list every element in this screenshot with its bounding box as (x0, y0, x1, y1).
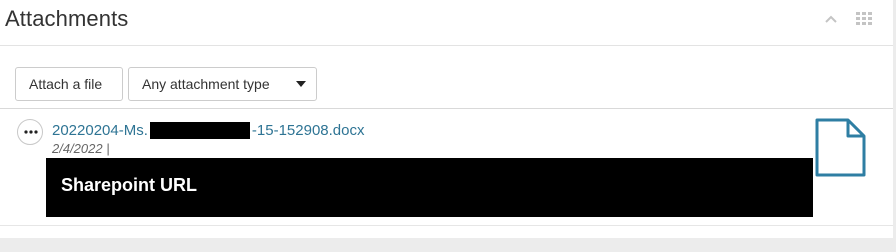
redacted-name (149, 121, 250, 139)
panel-title: Attachments (5, 6, 129, 31)
header-divider (0, 45, 893, 46)
redaction-label: Sharepoint URL (61, 175, 198, 195)
document-icon[interactable] (814, 118, 866, 178)
attachment-type-label: Any attachment type (142, 76, 270, 92)
attachment-date: 2/4/2022 | (52, 141, 110, 156)
attachment-filename-link[interactable]: 20220204-Ms. -15-152908.docx (52, 120, 365, 140)
redacted-url-block: Sharepoint URL (46, 158, 813, 217)
toolbar-divider (0, 108, 893, 109)
chevron-up-icon[interactable] (824, 12, 838, 26)
attachments-panel: Attachments Attach a file Any attachment… (0, 0, 893, 238)
list-divider (0, 225, 893, 226)
attachment-type-dropdown[interactable]: Any attachment type (128, 67, 317, 101)
filename-prefix: 20220204-Ms. (52, 121, 148, 139)
grid-icon[interactable] (856, 12, 872, 25)
more-options-button[interactable] (17, 119, 43, 145)
attach-file-button[interactable]: Attach a file (15, 67, 123, 101)
filename-suffix: -15-152908.docx (251, 121, 365, 139)
attach-file-label: Attach a file (29, 76, 103, 92)
caret-down-icon (296, 81, 306, 87)
more-icon (24, 130, 38, 134)
